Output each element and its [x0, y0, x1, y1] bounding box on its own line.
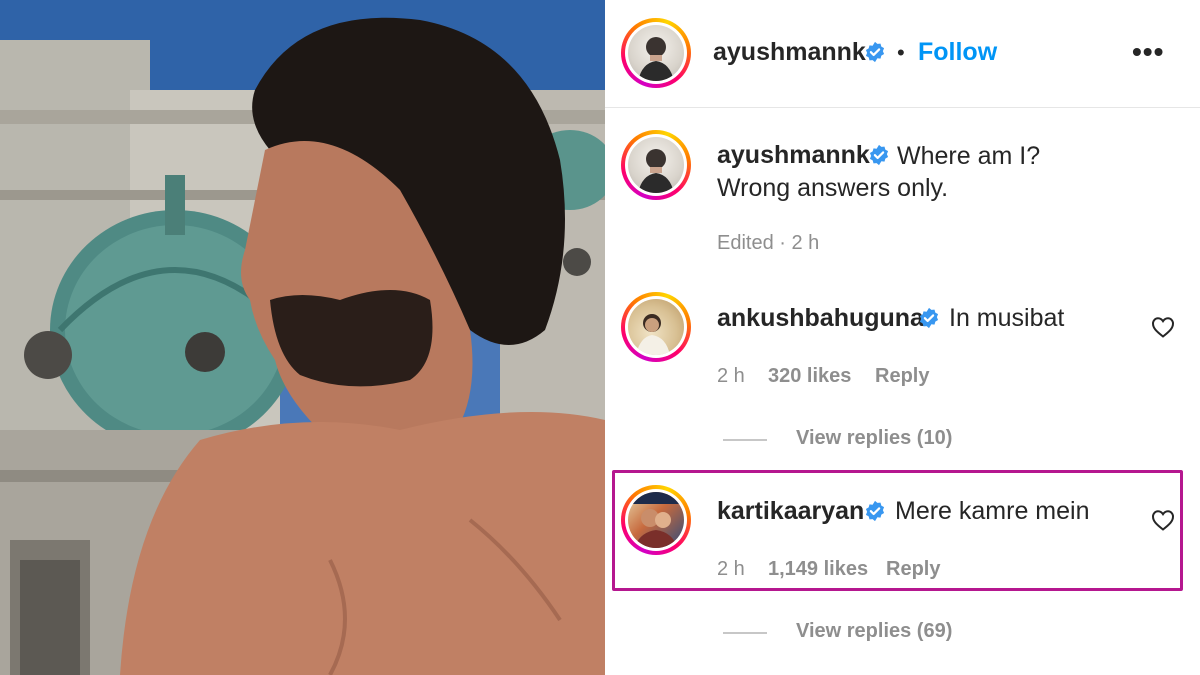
caption-text-line1: Where am I?	[897, 142, 1041, 170]
author-avatar[interactable]	[621, 18, 691, 88]
follow-button[interactable]: Follow	[918, 38, 997, 67]
caption-text-line2: Wrong answers only.	[717, 174, 949, 202]
reply-button[interactable]: Reply	[875, 365, 929, 388]
heart-icon[interactable]	[1151, 316, 1175, 338]
avatar-portrait-icon	[638, 149, 674, 193]
avatar-portrait-icon	[636, 314, 670, 355]
caption-meta: Edited · 2 h	[717, 232, 820, 254]
post-photo	[0, 0, 605, 675]
comment-likes[interactable]: 320 likes	[768, 365, 851, 388]
comment-avatar[interactable]	[621, 292, 691, 362]
view-replies-divider	[723, 632, 767, 634]
author-username[interactable]: ayushmannk	[713, 38, 866, 67]
view-replies-button[interactable]: View replies (69)	[796, 620, 952, 643]
photo-illustration	[0, 0, 605, 675]
highlight-box	[612, 470, 1183, 591]
more-options-icon[interactable]: •••	[1132, 36, 1164, 68]
verified-badge-icon	[919, 307, 939, 329]
view-replies-button[interactable]: View replies (10)	[796, 427, 952, 450]
caption-username[interactable]: ayushmannk	[717, 141, 870, 170]
verified-badge-icon	[869, 144, 889, 166]
comment-text: In musibat	[949, 304, 1065, 332]
post-header: ayushmannk • Follow •••	[605, 0, 1200, 108]
comment-time: 2 h	[717, 365, 745, 387]
comment-username[interactable]: ankushbahuguna	[717, 304, 924, 333]
verified-badge-icon	[865, 41, 885, 63]
avatar-portrait-icon	[638, 37, 674, 81]
header-separator: •	[897, 40, 905, 65]
caption-avatar[interactable]	[621, 130, 691, 200]
view-replies-divider	[723, 439, 767, 441]
